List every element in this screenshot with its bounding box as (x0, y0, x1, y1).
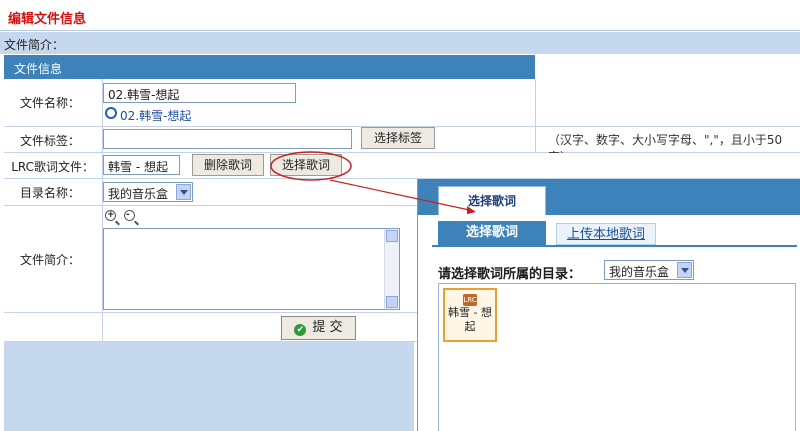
annotation-overlay (270, 151, 476, 214)
annotation-arrow-line (329, 179, 475, 212)
annotation-ellipse (270, 151, 352, 181)
annotation-arrow-head (467, 206, 476, 214)
